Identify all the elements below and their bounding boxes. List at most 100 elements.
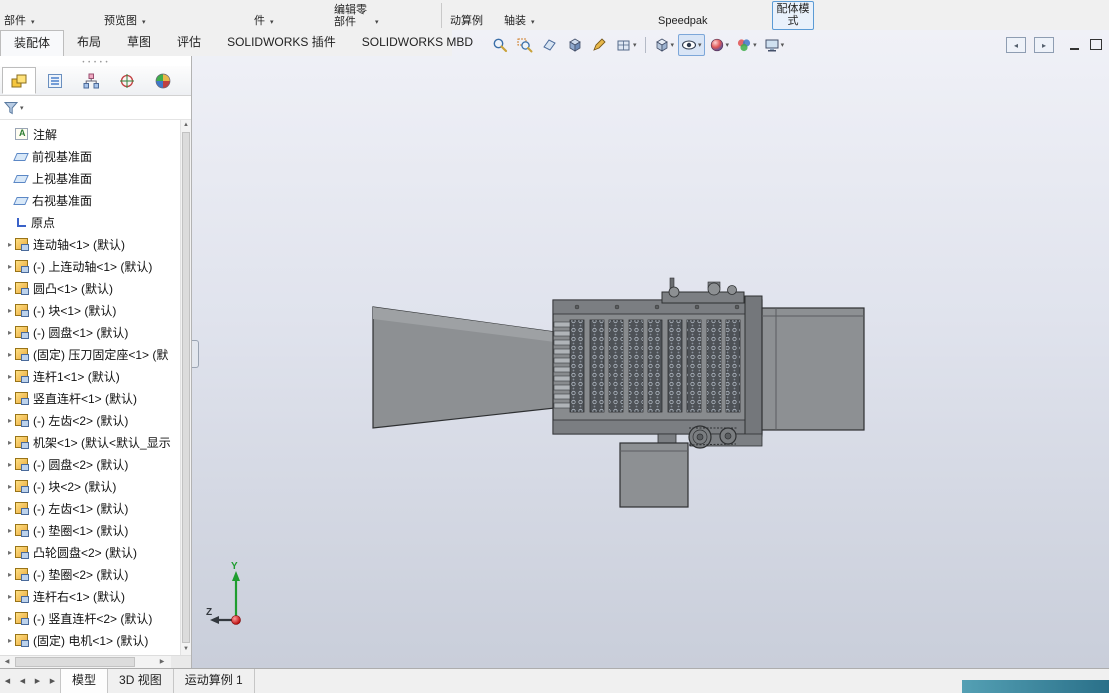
- expand-chevron-icon[interactable]: [5, 328, 15, 337]
- chevron-down-icon[interactable]: ▾: [781, 41, 785, 49]
- featuremanager-tab[interactable]: [2, 67, 36, 94]
- top-bracket[interactable]: [661, 277, 745, 304]
- tree-item[interactable]: 竖直连杆<1> (默认): [0, 387, 180, 409]
- go-prev-icon[interactable]: ◀: [15, 669, 30, 693]
- expand-chevron-icon[interactable]: [5, 548, 15, 557]
- tree-vertical-scrollbar[interactable]: ▲ ▼: [180, 120, 191, 655]
- chevron-down-icon[interactable]: ▾: [698, 41, 702, 49]
- tree-item[interactable]: 原点: [0, 211, 180, 233]
- ribbon-button[interactable]: Speedpak: [656, 0, 716, 30]
- scroll-left-icon[interactable]: ◀: [0, 656, 14, 668]
- tree-item[interactable]: (-) 左齿<1> (默认): [0, 497, 180, 519]
- propertymanager-tab[interactable]: [38, 67, 72, 94]
- chevron-down-icon[interactable]: ▾: [142, 18, 146, 26]
- tree-item[interactable]: 连杆右<1> (默认): [0, 585, 180, 607]
- tree-item[interactable]: (-) 块<2> (默认): [0, 475, 180, 497]
- view-orientation-button[interactable]: ▾: [651, 34, 678, 56]
- chevron-down-icon[interactable]: ▾: [633, 41, 637, 49]
- tree-item[interactable]: (-) 竖直连杆<2> (默认): [0, 607, 180, 629]
- command-tab[interactable]: 布局: [64, 30, 114, 56]
- ribbon-button[interactable]: 部件 ▾: [2, 0, 70, 30]
- expand-chevron-icon[interactable]: [5, 636, 15, 645]
- ribbon-button[interactable]: 配体模式: [772, 1, 814, 30]
- chevron-down-icon[interactable]: ▾: [753, 41, 757, 49]
- expand-chevron-icon[interactable]: [5, 592, 15, 601]
- scrollbar-thumb[interactable]: [182, 132, 190, 643]
- expand-chevron-icon[interactable]: [5, 526, 15, 535]
- ribbon-button[interactable]: 件 ▾: [252, 0, 304, 30]
- edit-appearance-button[interactable]: ▾: [706, 34, 733, 56]
- apply-scene-button[interactable]: ▾: [733, 34, 760, 56]
- tree-item[interactable]: 机架<1> (默认<默认_显示: [0, 431, 180, 453]
- chevron-down-icon[interactable]: ▾: [375, 18, 379, 26]
- document-tab[interactable]: 模型: [60, 669, 109, 693]
- chevron-down-icon[interactable]: ▾: [726, 41, 730, 49]
- ribbon-button[interactable]: 动算例: [441, 0, 500, 30]
- dimxpertmanager-tab[interactable]: [110, 67, 144, 94]
- expand-chevron-icon[interactable]: [5, 460, 15, 469]
- go-last-icon[interactable]: ▶: [45, 669, 60, 693]
- go-next-icon[interactable]: ▶: [30, 669, 45, 693]
- expand-chevron-icon[interactable]: [5, 482, 15, 491]
- ribbon-button[interactable]: 预览图 ▾: [102, 0, 200, 30]
- tree-item[interactable]: (-) 块<1> (默认): [0, 299, 180, 321]
- configurationmanager-tab[interactable]: [74, 67, 108, 94]
- scroll-down-icon[interactable]: ▼: [181, 644, 191, 655]
- tree-horizontal-scrollbar[interactable]: ◀ ▶: [0, 655, 191, 668]
- tree-item[interactable]: 圆凸<1> (默认): [0, 277, 180, 299]
- filter-funnel-icon[interactable]: [4, 101, 18, 115]
- roller-chain-array[interactable]: [569, 319, 741, 413]
- tree-item[interactable]: 右视基准面: [0, 189, 180, 211]
- tree-item[interactable]: (-) 圆盘<1> (默认): [0, 321, 180, 343]
- view-settings-button[interactable]: ▾: [761, 34, 788, 56]
- hide-show-items-button[interactable]: ▾: [678, 34, 705, 56]
- display-style-button[interactable]: ▾: [613, 34, 640, 56]
- document-tab[interactable]: 3D 视图: [108, 669, 174, 693]
- command-tab[interactable]: 评估: [164, 30, 214, 56]
- chevron-down-icon[interactable]: ▾: [270, 18, 274, 26]
- command-tab[interactable]: SOLIDWORKS MBD: [349, 30, 486, 56]
- expand-chevron-icon[interactable]: [5, 438, 15, 447]
- zoom-area-button[interactable]: [513, 34, 537, 56]
- minimize-window-icon[interactable]: [1068, 40, 1082, 52]
- command-tab[interactable]: SOLIDWORKS 插件: [214, 30, 349, 56]
- tree-item[interactable]: (固定) 电机<1> (默认): [0, 629, 180, 651]
- annotation-view-button[interactable]: [588, 34, 612, 56]
- section-view-button[interactable]: [563, 34, 587, 56]
- assembly-model[interactable]: [192, 30, 1109, 668]
- tree-item[interactable]: (-) 垫圈<2> (默认): [0, 563, 180, 585]
- command-tab[interactable]: 装配体: [0, 30, 65, 56]
- collapse-right-pane-icon[interactable]: ▸: [1034, 37, 1054, 53]
- scrollbar-thumb[interactable]: [15, 657, 135, 667]
- connecting-plate[interactable]: [744, 295, 763, 437]
- expand-chevron-icon[interactable]: [5, 570, 15, 579]
- graphics-viewport[interactable]: Y Z: [192, 30, 1109, 668]
- ribbon-button[interactable]: 编辑零部件 ▾: [332, 0, 394, 30]
- expand-chevron-icon[interactable]: [5, 284, 15, 293]
- chevron-down-icon[interactable]: ▾: [531, 18, 535, 26]
- panel-splitter-handle[interactable]: [192, 340, 199, 368]
- chevron-down-icon[interactable]: ▾: [20, 104, 24, 112]
- tree-item[interactable]: (固定) 压刀固定座<1> (默: [0, 343, 180, 365]
- expand-chevron-icon[interactable]: [5, 614, 15, 623]
- displaymanager-tab[interactable]: [146, 67, 180, 94]
- tree-item[interactable]: 连杆1<1> (默认): [0, 365, 180, 387]
- tree-item[interactable]: 上视基准面: [0, 167, 180, 189]
- chevron-down-icon[interactable]: ▾: [31, 18, 35, 26]
- motor-part[interactable]: [619, 433, 689, 508]
- expand-chevron-icon[interactable]: [5, 394, 15, 403]
- chevron-down-icon[interactable]: ▾: [671, 41, 675, 49]
- previous-view-button[interactable]: [538, 34, 562, 56]
- expand-chevron-icon[interactable]: [5, 306, 15, 315]
- tree-item[interactable]: 前视基准面: [0, 145, 180, 167]
- tree-item[interactable]: (-) 圆盘<2> (默认): [0, 453, 180, 475]
- command-tab[interactable]: 草图: [114, 30, 164, 56]
- tree-item[interactable]: 注解: [0, 123, 180, 145]
- tree-item[interactable]: 连动轴<1> (默认): [0, 233, 180, 255]
- tree-item[interactable]: 凸轮圆盘<2> (默认): [0, 541, 180, 563]
- restore-window-icon[interactable]: [1090, 39, 1102, 50]
- tree-item[interactable]: (-) 上连动轴<1> (默认): [0, 255, 180, 277]
- panel-grip-handle[interactable]: [0, 56, 191, 66]
- tree-item[interactable]: (-) 垫圈<1> (默认): [0, 519, 180, 541]
- scroll-up-icon[interactable]: ▲: [181, 120, 191, 131]
